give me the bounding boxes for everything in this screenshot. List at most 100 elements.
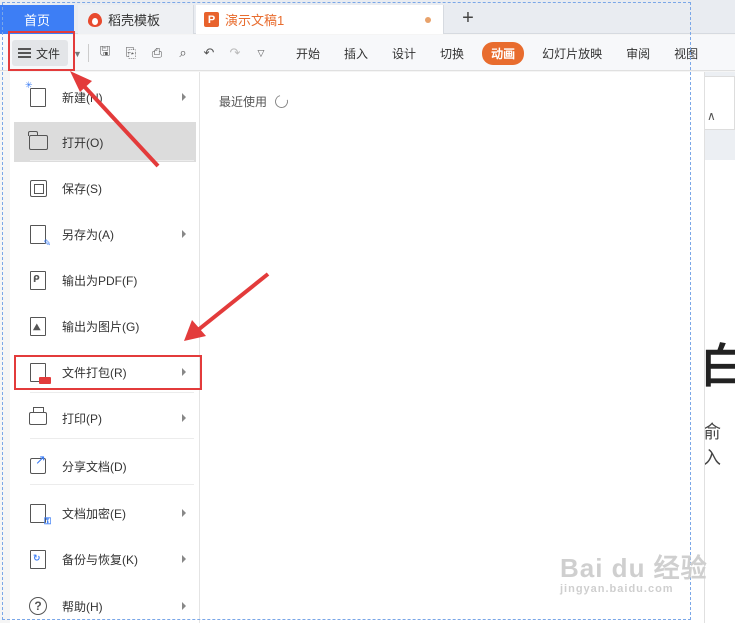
recent-files-header: 最近使用 bbox=[219, 92, 291, 111]
file-menu-item-label: 打开(O) bbox=[62, 135, 104, 150]
file-menu-item-label: 打印(P) bbox=[62, 411, 102, 426]
package-icon bbox=[28, 362, 51, 384]
toolbar-divider bbox=[88, 44, 89, 62]
print-icon[interactable]: ⎙ bbox=[148, 44, 166, 62]
ribbon-tab[interactable]: 视图 bbox=[662, 45, 710, 62]
toolbar: 文件 ▼ 🖫 ⎘ ⎙ ⌕ ↶ ↷ ▽ 开始 插入 设计 切换 动画 幻灯片放映 审阅 视图 bbox=[0, 35, 735, 71]
folder-icon bbox=[28, 130, 48, 152]
file-menu-item[interactable]: 文件打包(R) bbox=[14, 352, 196, 392]
hamburger-icon bbox=[18, 48, 31, 58]
file-menu-item-label: 帮助(H) bbox=[62, 599, 103, 614]
file-menu-item[interactable]: ? 帮助(H) bbox=[14, 586, 196, 623]
file-menu-item-label: 另存为(A) bbox=[62, 227, 114, 242]
submenu-arrow-icon bbox=[182, 509, 186, 517]
file-menu-item-label: 分享文档(D) bbox=[62, 459, 127, 474]
file-menu-item[interactable]: 保存(S) bbox=[14, 168, 196, 208]
file-menu-item[interactable]: ↻ 备份与恢复(K) bbox=[14, 539, 196, 579]
share-icon-part bbox=[30, 452, 46, 474]
save-icon bbox=[28, 178, 48, 198]
file-menu-item[interactable]: 打开(O) bbox=[14, 122, 196, 162]
new-file-icon-part: ✳ bbox=[25, 79, 33, 90]
save-as-icon-part: ✎ bbox=[43, 237, 51, 248]
ribbon-tab[interactable]: 设计 bbox=[380, 45, 428, 62]
ribbon-tab[interactable]: 切换 bbox=[428, 45, 476, 62]
slide-title-text: 白 bbox=[700, 340, 735, 392]
file-menu-item-label: 文档加密(E) bbox=[62, 506, 126, 521]
backup-icon-part: ↻ bbox=[33, 552, 41, 563]
file-menu-item-label: 新建(N) bbox=[62, 90, 103, 105]
encrypt-icon-part: ⚿ bbox=[44, 515, 51, 526]
tab-templates-label: 稻壳模板 bbox=[108, 13, 161, 28]
export-pdf-icon: ᑭ bbox=[28, 270, 48, 290]
save-icon-part bbox=[29, 179, 47, 197]
recent-files-title: 最近使用 bbox=[219, 95, 268, 109]
export-icon[interactable]: ⎘ bbox=[122, 44, 140, 62]
menu-divider bbox=[30, 438, 194, 439]
quick-access-icons: 🖫 ⎘ ⎙ ⌕ ↶ ↷ ▽ bbox=[96, 43, 270, 62]
file-menu-item-label: 输出为图片(G) bbox=[62, 319, 140, 334]
chevron-down-icon[interactable]: ▼ bbox=[73, 49, 82, 59]
file-menu-item[interactable]: ⛰ 输出为图片(G) bbox=[14, 306, 196, 346]
file-menu-button[interactable]: 文件 bbox=[12, 40, 68, 66]
encrypt-icon-part: ⚿ bbox=[30, 503, 51, 526]
document-top-strip: ∧ bbox=[700, 76, 735, 130]
undo-icon[interactable]: ↶ bbox=[200, 44, 218, 62]
submenu-arrow-icon bbox=[182, 602, 186, 610]
unsaved-dot-icon bbox=[425, 17, 431, 23]
file-menu: ✳ 新建(N) 打开(O) 保存(S) ✎ 另存为(A) ᑭ 输出为PDF(F) ⛰ 输出为图片(… bbox=[10, 72, 200, 623]
export-image-icon-part: ⛰ bbox=[33, 321, 41, 332]
presentation-icon: P bbox=[204, 12, 219, 27]
refresh-icon[interactable] bbox=[272, 92, 291, 111]
menu-divider bbox=[30, 160, 194, 161]
help-icon: ? bbox=[28, 596, 48, 616]
save-as-icon: ✎ bbox=[28, 224, 51, 248]
customize-chevron-icon[interactable]: ▽ bbox=[252, 44, 270, 62]
file-menu-item[interactable]: 分享文档(D) bbox=[14, 446, 196, 486]
ribbon-tabs: 开始 插入 设计 切换 动画 幻灯片放映 审阅 视图 bbox=[284, 35, 710, 71]
ribbon-tab[interactable]: 幻灯片放映 bbox=[530, 45, 614, 62]
submenu-arrow-icon bbox=[182, 93, 186, 101]
watermark-main: Bai du 经验 bbox=[560, 553, 708, 583]
new-file-icon: ✳ bbox=[25, 80, 48, 107]
tab-document-label: 演示文稿1 bbox=[225, 13, 285, 28]
submenu-arrow-icon bbox=[182, 414, 186, 422]
file-menu-item[interactable]: ⚿ 文档加密(E) bbox=[14, 493, 196, 533]
file-menu-item-label: 保存(S) bbox=[62, 181, 102, 196]
file-menu-item-label: 文件打包(R) bbox=[62, 365, 127, 380]
print-preview-icon[interactable]: ⌕ bbox=[174, 44, 192, 62]
tab-home-label: 首页 bbox=[23, 13, 50, 28]
file-menu-item[interactable]: 打印(P) bbox=[14, 398, 196, 438]
submenu-arrow-icon bbox=[182, 368, 186, 376]
tab-templates[interactable]: 稻壳模板 bbox=[78, 5, 194, 34]
encrypt-icon: ⚿ bbox=[28, 503, 51, 526]
new-tab-button[interactable]: + bbox=[456, 6, 480, 30]
save-as-icon-part: ✎ bbox=[30, 224, 51, 248]
collapse-chevron-icon[interactable]: ∧ bbox=[707, 109, 716, 123]
ribbon-tab[interactable]: 插入 bbox=[332, 45, 380, 62]
file-menu-item[interactable]: ✎ 另存为(A) bbox=[14, 214, 196, 254]
ribbon-tab[interactable]: 动画 bbox=[482, 41, 525, 65]
slide-subtitle-text: 俞入 bbox=[703, 422, 721, 468]
folder-icon-part bbox=[28, 130, 48, 150]
package-icon-part bbox=[39, 376, 51, 384]
ribbon-tab[interactable]: 审阅 bbox=[614, 45, 662, 62]
docer-flame-icon bbox=[88, 12, 102, 27]
export-image-icon: ⛰ bbox=[28, 316, 48, 336]
menu-divider bbox=[30, 392, 194, 393]
tab-bar: 首页 稻壳模板 P 演示文稿1 + bbox=[0, 0, 735, 34]
file-menu-item-label: 输出为PDF(F) bbox=[62, 273, 138, 288]
file-menu-item[interactable]: ✳ 新建(N) bbox=[14, 77, 196, 117]
save-icon[interactable]: 🖫 bbox=[96, 43, 114, 62]
share-icon bbox=[28, 452, 48, 476]
redo-icon[interactable]: ↷ bbox=[226, 44, 244, 62]
tab-document[interactable]: P 演示文稿1 bbox=[196, 5, 444, 34]
backup-icon-part: ↻ bbox=[30, 549, 46, 569]
ribbon-tab[interactable]: 开始 bbox=[284, 45, 332, 62]
export-pdf-icon-part: ᑭ bbox=[30, 270, 46, 290]
package-icon-part bbox=[30, 362, 51, 384]
submenu-arrow-icon bbox=[182, 230, 186, 238]
file-menu-item-label: 备份与恢复(K) bbox=[62, 552, 138, 567]
file-menu-item[interactable]: ᑭ 输出为PDF(F) bbox=[14, 260, 196, 300]
help-icon-part: ? bbox=[29, 597, 47, 615]
tab-home[interactable]: 首页 bbox=[0, 5, 74, 34]
